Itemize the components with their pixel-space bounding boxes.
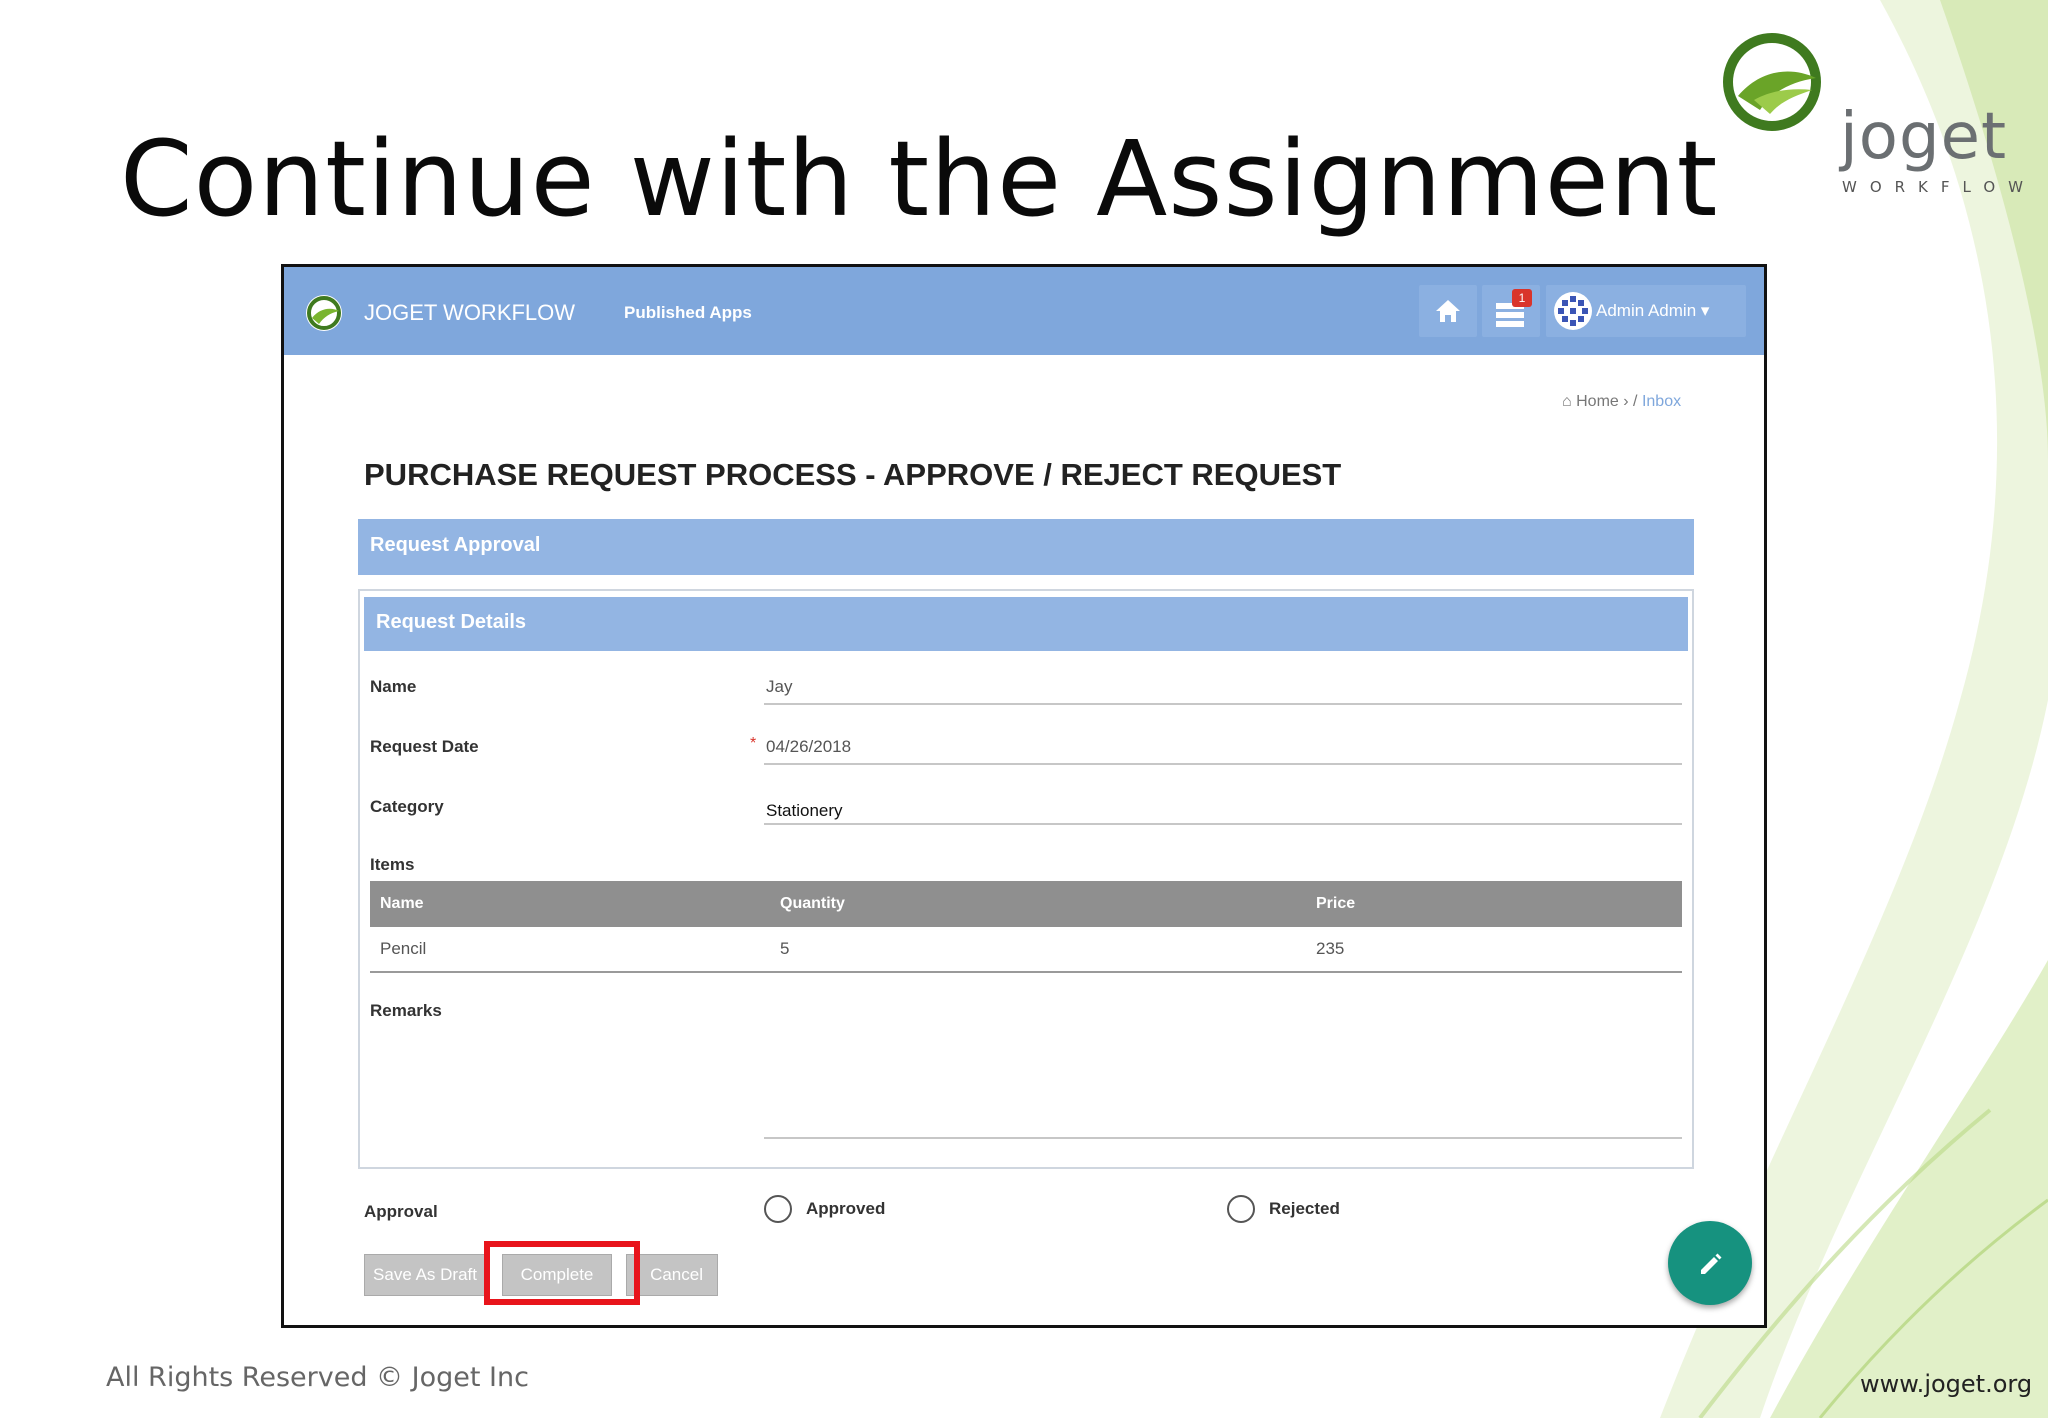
items-label: Items xyxy=(370,855,415,874)
inbox-count-badge: 1 xyxy=(1512,289,1532,307)
home-button[interactable] xyxy=(1419,285,1477,337)
table-row[interactable]: Pencil 5 235 xyxy=(370,927,1682,973)
breadcrumb-inbox[interactable]: Inbox xyxy=(1642,393,1681,410)
save-as-draft-button[interactable]: Save As Draft xyxy=(364,1254,486,1296)
breadcrumb-home-icon: ⌂ xyxy=(1562,393,1572,410)
inbox-button[interactable]: 1 xyxy=(1482,285,1540,337)
user-name-label: Admin Admin ▾ xyxy=(1596,301,1710,320)
item-name-cell: Pencil xyxy=(380,939,427,958)
rejected-radio[interactable] xyxy=(1227,1195,1255,1223)
name-value: Jay xyxy=(766,677,793,696)
name-field-underline xyxy=(764,703,1682,705)
items-table-header: Name Quantity Price xyxy=(370,881,1682,927)
remarks-textarea[interactable] xyxy=(764,995,1682,1137)
breadcrumb-separator: › xyxy=(1623,393,1629,410)
app-header: JOGET WORKFLOW Published Apps 1 Admin Ad… xyxy=(284,267,1764,355)
app-name[interactable]: JOGET WORKFLOW xyxy=(364,300,575,326)
approved-radio[interactable] xyxy=(764,1195,792,1223)
complete-button-highlight xyxy=(484,1241,640,1305)
footer-website[interactable]: www.joget.org xyxy=(1860,1370,2032,1398)
required-marker: * xyxy=(750,735,757,752)
user-menu[interactable]: Admin Admin ▾ xyxy=(1546,285,1746,337)
form-title: PURCHASE REQUEST PROCESS - APPROVE / REJ… xyxy=(364,457,1342,492)
item-quantity-cell: 5 xyxy=(780,939,790,958)
request-date-label: Request Date xyxy=(370,737,479,756)
section-request-details: Request Details xyxy=(364,597,1688,651)
home-icon xyxy=(1436,300,1460,322)
slide-title: Continue with the Assignment xyxy=(120,118,1719,240)
column-header-name: Name xyxy=(380,895,424,912)
brand-word: joget xyxy=(1840,100,2008,174)
section-request-approval: Request Approval xyxy=(358,519,1694,575)
app-screenshot: JOGET WORKFLOW Published Apps 1 Admin Ad… xyxy=(281,264,1767,1328)
remarks-label: Remarks xyxy=(370,1001,442,1020)
breadcrumb-home[interactable]: Home xyxy=(1576,393,1619,410)
category-field-underline xyxy=(764,823,1682,825)
pencil-icon xyxy=(1701,1253,1722,1274)
date-field-underline xyxy=(764,763,1682,765)
item-price-cell: 235 xyxy=(1316,939,1345,958)
category-label: Category xyxy=(370,797,444,816)
category-value: Stationery xyxy=(766,801,843,820)
name-label: Name xyxy=(370,677,417,696)
app-logo-icon xyxy=(306,295,342,331)
breadcrumb: ⌂ Home › / Inbox xyxy=(1562,393,1681,411)
brand-subtitle: WORKFLOW xyxy=(1842,178,2036,196)
breadcrumb-slash: / xyxy=(1633,393,1638,410)
approved-radio-label[interactable]: Approved xyxy=(806,1199,885,1219)
request-date-value: 04/26/2018 xyxy=(766,737,852,756)
joget-logo-icon xyxy=(1723,33,1821,131)
footer-copyright: All Rights Reserved © Joget Inc xyxy=(106,1362,529,1393)
rejected-radio-label[interactable]: Rejected xyxy=(1269,1199,1340,1219)
items-table: Name Quantity Price Pencil 5 235 xyxy=(370,881,1682,973)
edit-fab-button[interactable] xyxy=(1668,1221,1752,1305)
published-apps-link[interactable]: Published Apps xyxy=(624,303,752,323)
approval-label: Approval xyxy=(364,1202,438,1221)
column-header-quantity: Quantity xyxy=(780,895,845,912)
joget-logo: joget WORKFLOW xyxy=(1720,30,2023,210)
remarks-underline xyxy=(764,1137,1682,1139)
column-header-price: Price xyxy=(1316,895,1356,912)
user-avatar-icon xyxy=(1554,292,1592,330)
